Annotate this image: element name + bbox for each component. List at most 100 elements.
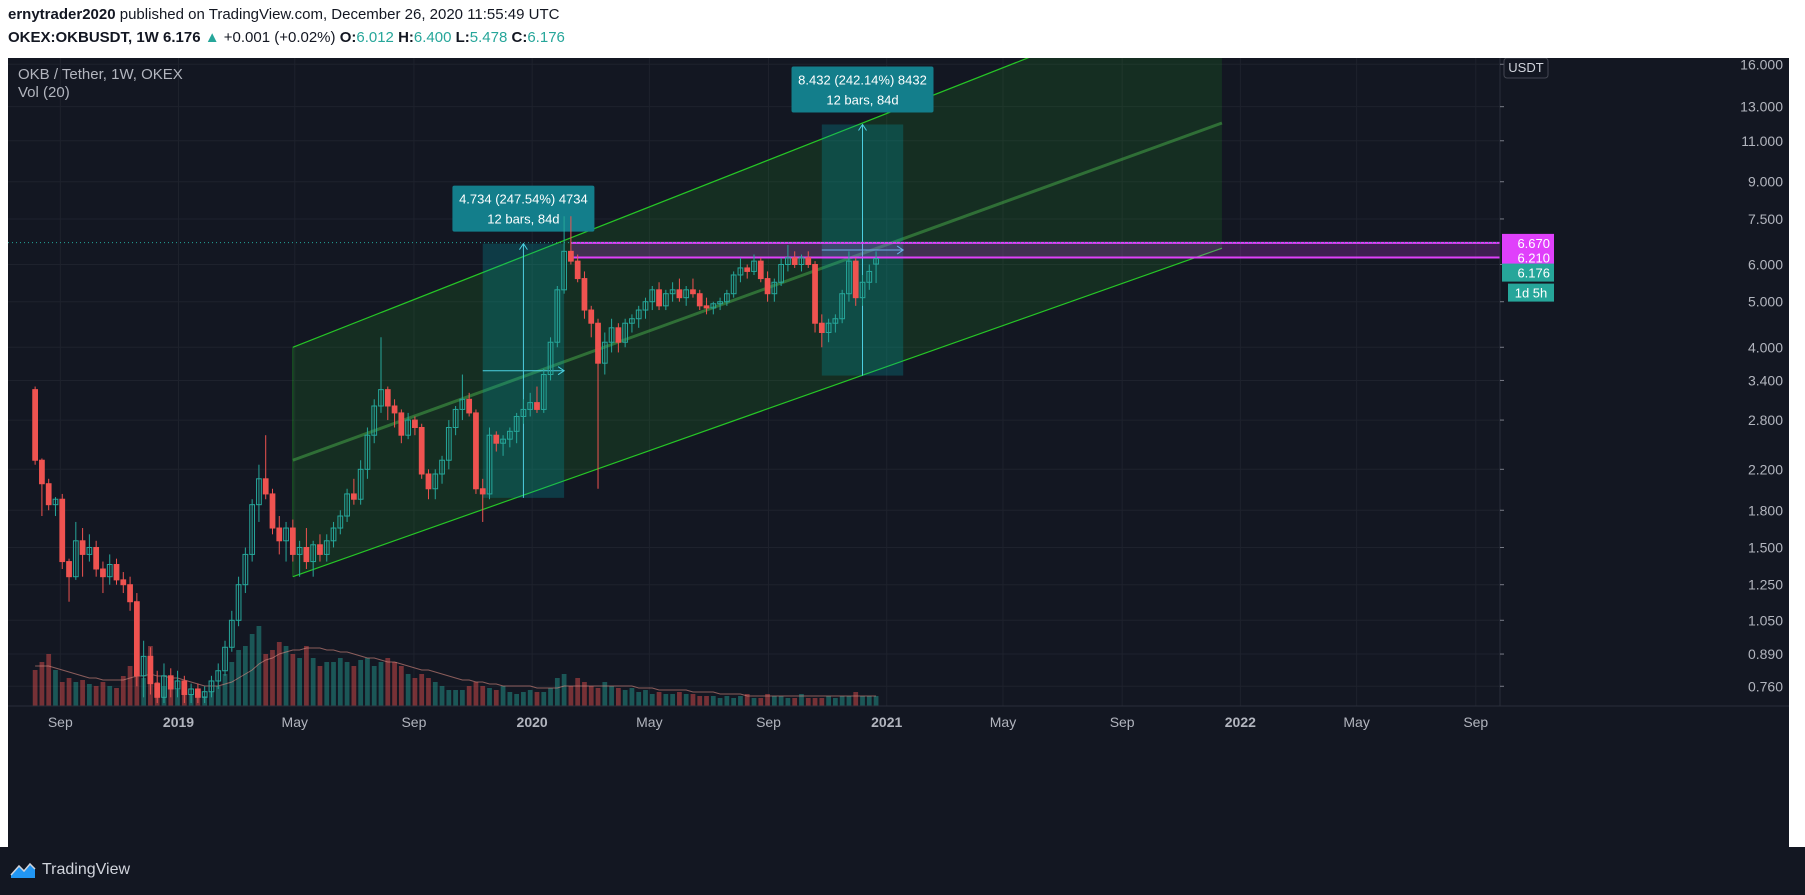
volume-bar: [704, 696, 709, 706]
candle-body: [744, 267, 751, 272]
volume-bar: [290, 654, 296, 706]
volume-bar: [724, 696, 730, 706]
volume-bar: [710, 696, 716, 706]
volume-bar: [609, 686, 614, 706]
measure-label-duration: 12 bars, 84d: [487, 212, 559, 227]
candle-body: [32, 389, 39, 461]
price-tick-label: 0.760: [1748, 678, 1783, 694]
candle-body: [59, 498, 66, 563]
time-tick-label: 2021: [871, 714, 902, 730]
close-value: 6.176: [527, 29, 565, 46]
close-label: C:: [511, 29, 528, 46]
price-tick-label: 13.000: [1740, 99, 1783, 115]
tradingview-brand: TradingView: [42, 861, 131, 878]
volume-legend: Vol (20): [18, 84, 70, 101]
candle-body: [757, 260, 764, 280]
volume-bar: [100, 682, 106, 706]
candle-body: [425, 473, 432, 490]
time-tick-label: Sep: [401, 714, 426, 730]
last-price-label: 6.176: [1517, 266, 1550, 281]
price-tick-label: 7.500: [1748, 211, 1783, 227]
price-tick-label: 9.000: [1748, 174, 1783, 190]
candle-body: [615, 327, 622, 343]
volume-bar: [93, 686, 99, 706]
candle-body: [391, 405, 398, 414]
time-tick-label: Sep: [48, 714, 73, 730]
volume-bar: [873, 696, 879, 706]
volume-bar: [683, 694, 689, 706]
volume-bar: [717, 698, 723, 706]
time-tick-label: 2019: [163, 714, 194, 730]
volume-bar: [392, 662, 397, 706]
volume-bar: [541, 692, 547, 706]
candle-body: [479, 488, 486, 495]
volume-bar: [114, 688, 119, 706]
volume-bar: [663, 694, 669, 706]
price-chart[interactable]: 4.734 (247.54%) 4734 12 bars, 84d 8.432 (2…: [8, 58, 1789, 847]
candle-body: [167, 675, 174, 690]
price-tick-label: 1.050: [1748, 612, 1783, 628]
measure-label-duration: 12 bars, 84d: [826, 92, 898, 107]
volume-bar: [771, 696, 777, 706]
candle-body: [79, 540, 86, 555]
price-tick-label: 2.200: [1748, 461, 1783, 477]
volume-bar: [534, 692, 540, 706]
volume-bar: [412, 678, 418, 706]
price-tick-label: 0.890: [1748, 646, 1783, 662]
candle-body: [703, 305, 710, 309]
candle-body: [127, 584, 133, 603]
volume-bar: [127, 666, 133, 706]
candle-body: [534, 402, 540, 410]
volume-bar: [846, 696, 852, 706]
volume-bar: [615, 688, 621, 706]
candle-body: [66, 561, 72, 578]
candle-body: [568, 250, 574, 262]
candle-body: [262, 478, 269, 495]
tradingview-logo-icon: [10, 862, 36, 878]
candle-body: [696, 293, 703, 307]
candle-body: [656, 289, 662, 307]
open-label: O:: [339, 29, 357, 46]
candle-body: [100, 568, 106, 578]
volume-bar: [473, 682, 479, 706]
candle-body: [147, 655, 154, 685]
author-name[interactable]: ernytrader2020: [8, 6, 116, 23]
candle-body: [588, 309, 595, 324]
volume-bar: [107, 686, 113, 706]
volume-bar: [866, 696, 872, 706]
volume-bar: [229, 662, 235, 706]
volume-bar: [263, 654, 269, 706]
symbol-name: OKEX:OKBUSDT, 1W: [8, 29, 159, 46]
price-tick-label: 11.000: [1741, 133, 1783, 149]
chart-area[interactable]: 4.734 (247.54%) 4734 12 bars, 84d 8.432 (2…: [8, 58, 1789, 847]
volume-bar: [493, 690, 499, 706]
publish-line: ernytrader2020 published on TradingView.…: [8, 6, 559, 23]
zone-bottom-price-label: 6.210: [1517, 250, 1550, 265]
volume-bar: [426, 678, 431, 706]
volume-bar: [371, 666, 377, 706]
price-tick-label: 1.250: [1748, 577, 1783, 593]
volume-bar: [561, 674, 567, 706]
candle-body: [676, 289, 683, 299]
volume-bar: [568, 686, 574, 706]
volume-bar: [697, 696, 703, 706]
volume-bar: [453, 690, 458, 706]
last-price: 6.176: [163, 29, 201, 46]
candle-body: [690, 289, 696, 295]
tradingview-logo[interactable]: TradingView: [10, 861, 130, 879]
publish-header: ernytrader2020 published on TradingView.…: [0, 0, 1805, 58]
open-value: 6.012: [356, 29, 394, 46]
volume-bar: [758, 698, 764, 706]
price-tick-label: 1.500: [1748, 539, 1783, 555]
volume-bar: [87, 684, 92, 706]
candle-body: [317, 544, 323, 555]
volume-bar: [297, 658, 302, 706]
volume-bar: [344, 662, 350, 706]
volume-bar: [839, 696, 845, 706]
legend-title: OKB / Tether, 1W, OKEX: [18, 66, 183, 83]
volume-bar: [554, 678, 560, 706]
volume-bar: [588, 686, 594, 706]
volume-bar: [636, 692, 642, 706]
time-tick-label: Sep: [1110, 714, 1135, 730]
volume-bar: [222, 674, 228, 706]
